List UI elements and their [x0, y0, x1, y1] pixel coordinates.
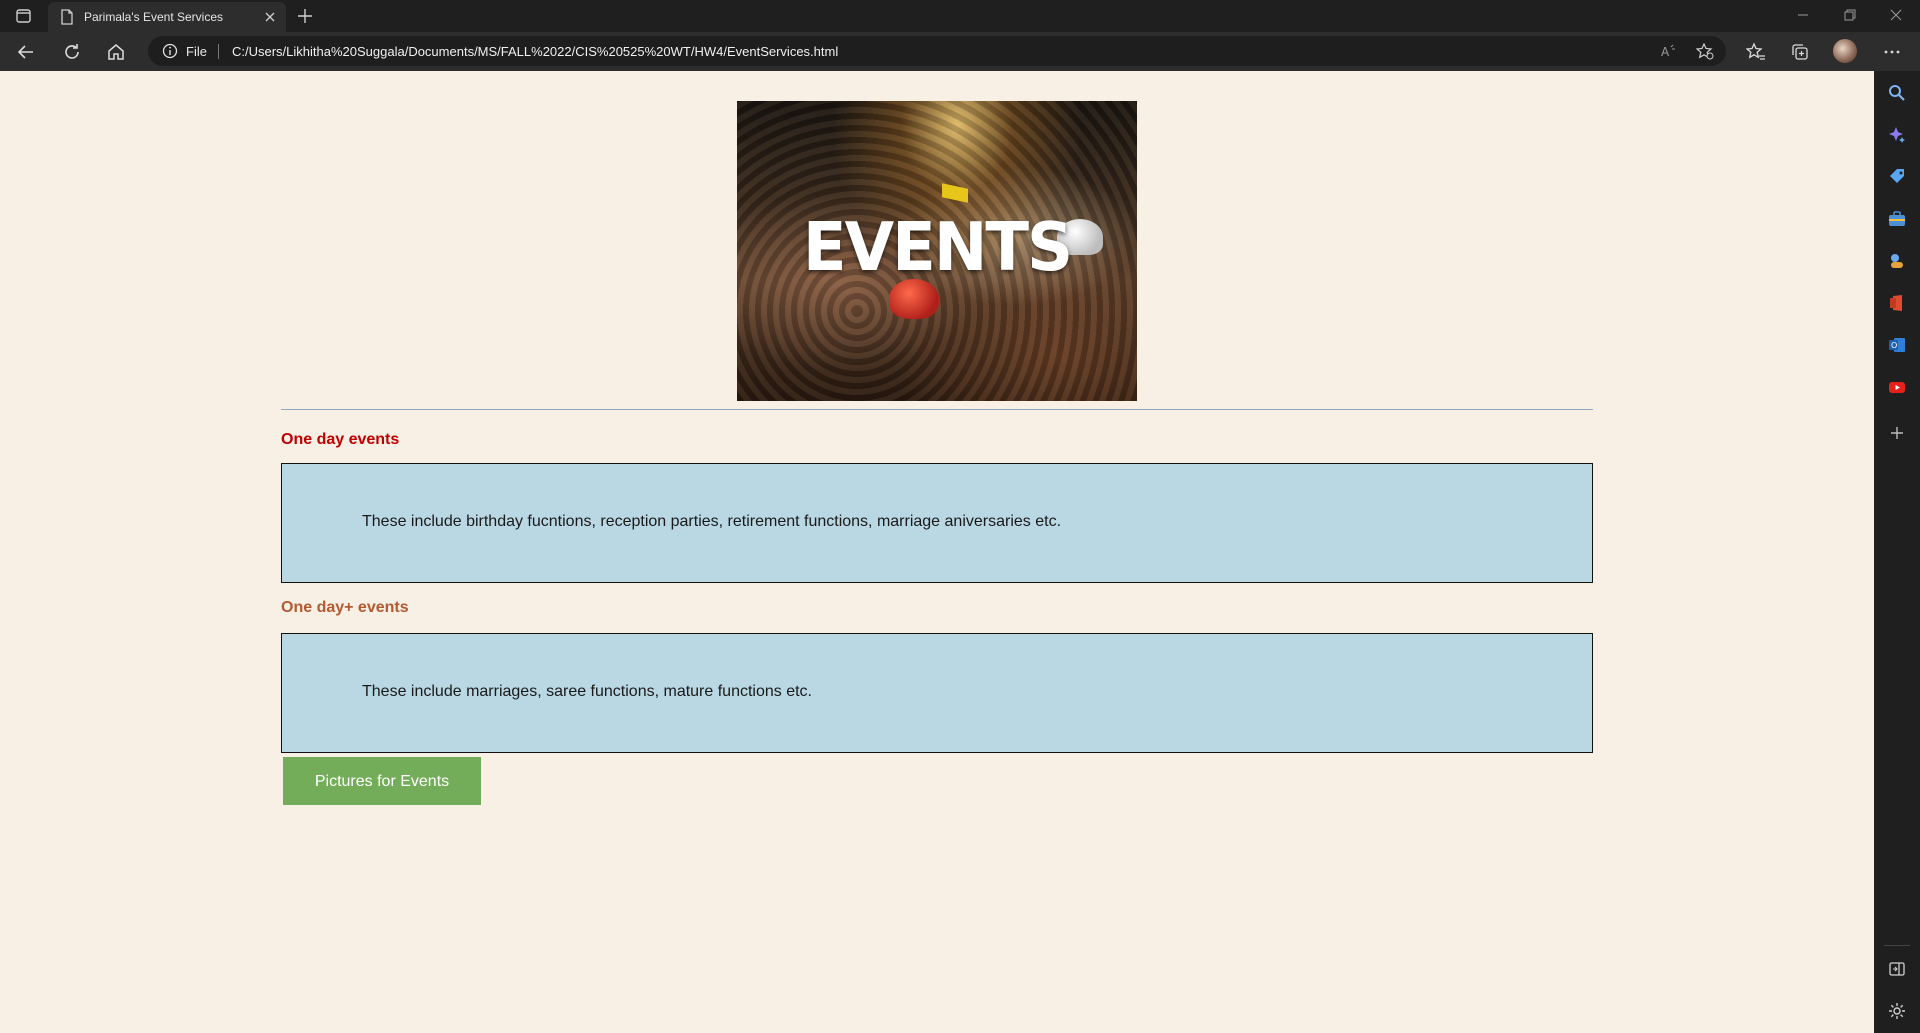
page-icon: [61, 9, 73, 25]
url-text[interactable]: C:/Users/Likhitha%20Suggala/Documents/MS…: [232, 44, 838, 59]
copilot-icon[interactable]: [1887, 125, 1907, 145]
browser-toolbar: File C:/Users/Likhitha%20Suggala/Documen…: [0, 32, 1920, 72]
settings-icon[interactable]: [1887, 1001, 1907, 1021]
svg-text:O: O: [1891, 341, 1897, 350]
edge-sidebar: O: [1874, 71, 1920, 1033]
sidebar-divider: [1884, 945, 1910, 946]
office-icon[interactable]: [1887, 293, 1907, 313]
star-plus-icon[interactable]: [1696, 43, 1714, 60]
favorites-icon[interactable]: [1746, 42, 1766, 62]
search-icon[interactable]: [1887, 83, 1907, 103]
restore-icon[interactable]: [1844, 8, 1856, 22]
close-icon[interactable]: [264, 11, 276, 23]
section-text-one-day-plus: These include marriages, saree functions…: [362, 683, 812, 700]
profile-avatar[interactable]: [1833, 39, 1857, 63]
address-separator: [218, 44, 219, 59]
svg-text:A: A: [1661, 45, 1670, 59]
refresh-icon[interactable]: [62, 42, 82, 62]
youtube-icon[interactable]: [1887, 377, 1907, 397]
section-text-one-day: These include birthday fucntions, recept…: [362, 513, 1062, 530]
add-icon[interactable]: [1887, 423, 1907, 443]
pictures-for-events-button[interactable]: Pictures for Events: [283, 757, 481, 805]
section-box-one-day: These include birthday fucntions, recept…: [281, 463, 1593, 583]
window-close-icon[interactable]: [1890, 8, 1902, 22]
section-box-one-day-plus: These include marriages, saree functions…: [281, 633, 1593, 753]
more-icon[interactable]: [1882, 42, 1902, 62]
plus-icon[interactable]: [296, 7, 314, 25]
outlook-icon[interactable]: O: [1887, 335, 1907, 355]
tools-icon[interactable]: [1887, 209, 1907, 229]
page-content: EVENTS One day events These include birt…: [0, 71, 1874, 1033]
shopping-tag-icon[interactable]: [1887, 167, 1907, 187]
sidebar-toggle-icon[interactable]: [1887, 959, 1907, 979]
home-icon[interactable]: [106, 42, 126, 62]
events-banner-word: EVENTS: [802, 209, 1073, 287]
read-aloud-icon[interactable]: A: [1660, 43, 1678, 59]
address-bar[interactable]: File C:/Users/Likhitha%20Suggala/Documen…: [148, 36, 1726, 66]
tab-title: Parimala's Event Services: [84, 10, 224, 24]
horizontal-rule: [281, 409, 1593, 410]
section-title-one-day: One day events: [281, 431, 400, 448]
minimize-icon[interactable]: [1797, 8, 1809, 22]
collections-icon[interactable]: [1790, 42, 1810, 62]
events-banner-image: EVENTS: [737, 101, 1137, 401]
browser-tab[interactable]: Parimala's Event Services: [48, 2, 286, 32]
tab-bar: Parimala's Event Services: [0, 0, 1920, 32]
games-icon[interactable]: [1887, 251, 1907, 271]
address-scheme: File: [186, 44, 207, 59]
section-title-one-day-plus: One day+ events: [281, 599, 409, 616]
back-arrow-icon[interactable]: [16, 42, 36, 62]
tab-actions-icon[interactable]: [12, 7, 34, 25]
info-icon[interactable]: [162, 43, 178, 59]
